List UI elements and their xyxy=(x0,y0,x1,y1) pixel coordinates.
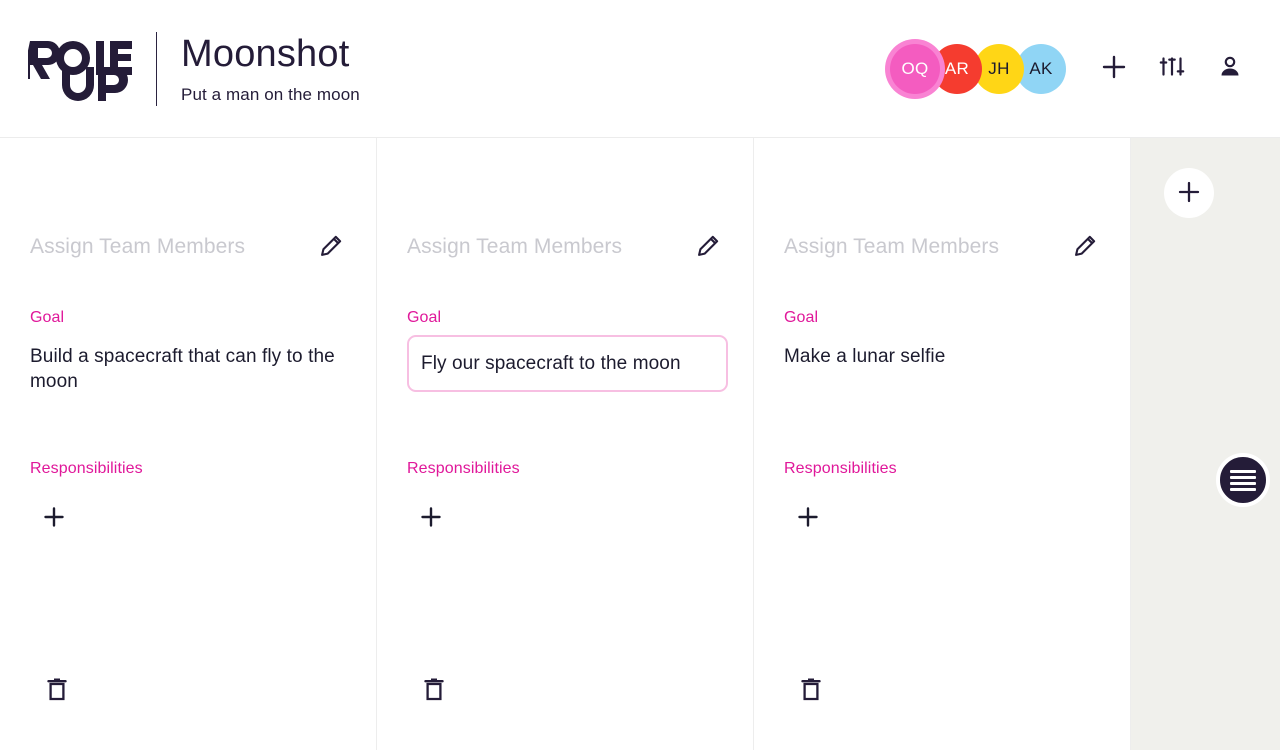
assign-team-members-placeholder[interactable]: Assign Team Members xyxy=(784,235,999,259)
edit-assignees-button[interactable] xyxy=(693,232,723,262)
trash-icon xyxy=(45,676,69,705)
delete-role-button[interactable] xyxy=(419,674,449,706)
goal-label: Goal xyxy=(784,309,819,326)
goal-block xyxy=(407,327,728,423)
goal-input[interactable] xyxy=(407,335,728,392)
assign-team-members-placeholder[interactable]: Assign Team Members xyxy=(30,235,245,259)
goal-block: Make a lunar selfie xyxy=(784,327,1100,423)
header-actions: OQ AR JH AK xyxy=(890,43,1252,94)
account-button[interactable] xyxy=(1208,47,1252,91)
avatar-member-1[interactable]: OQ xyxy=(890,43,940,94)
pencil-icon xyxy=(696,234,720,261)
plus-icon xyxy=(1176,179,1202,208)
assign-team-members-placeholder[interactable]: Assign Team Members xyxy=(407,235,622,259)
roleup-logo xyxy=(28,33,136,105)
goal-value[interactable]: Build a spacecraft that can fly to the m… xyxy=(30,344,346,394)
plus-icon xyxy=(42,505,66,532)
sliders-icon xyxy=(1159,54,1185,83)
page-title: Moonshot xyxy=(181,32,350,75)
person-icon xyxy=(1217,54,1243,83)
responsibilities-label: Responsibilities xyxy=(407,460,520,477)
assign-row: Assign Team Members xyxy=(407,232,723,262)
brand-divider xyxy=(156,31,157,106)
delete-role-button[interactable] xyxy=(796,674,826,706)
board-right-rail xyxy=(1131,138,1280,750)
plus-icon xyxy=(419,505,443,532)
responsibilities-section: Responsibilities xyxy=(784,460,1100,536)
avatar-initials: AR xyxy=(944,58,970,78)
assign-row: Assign Team Members xyxy=(784,232,1100,262)
avatar-initials: AK xyxy=(1029,58,1053,78)
add-role-column-button[interactable] xyxy=(1164,168,1214,218)
pencil-icon xyxy=(319,234,343,261)
trash-icon xyxy=(799,676,823,705)
menu-fab-button[interactable] xyxy=(1216,453,1270,507)
goal-block: Build a spacecraft that can fly to the m… xyxy=(30,327,346,423)
role-column-1: Assign Team Members Goal Build a spacecr… xyxy=(0,138,377,750)
responsibilities-label: Responsibilities xyxy=(30,460,143,477)
add-responsibility-button[interactable] xyxy=(790,500,826,536)
pencil-icon xyxy=(1073,234,1097,261)
edit-assignees-button[interactable] xyxy=(316,232,346,262)
avatar-initials: JH xyxy=(988,58,1010,78)
add-responsibility-button[interactable] xyxy=(36,500,72,536)
trash-icon xyxy=(422,676,446,705)
add-member-button[interactable] xyxy=(1092,47,1136,91)
app-root: Moonshot Put a man on the moon OQ AR JH … xyxy=(0,0,1280,750)
goal-label: Goal xyxy=(407,309,442,326)
member-avatar-group: OQ AR JH AK xyxy=(890,43,1066,94)
goal-label: Goal xyxy=(30,309,65,326)
plus-icon xyxy=(1100,53,1128,84)
plus-icon xyxy=(796,505,820,532)
app-header: Moonshot Put a man on the moon OQ AR JH … xyxy=(0,0,1280,138)
responsibilities-section: Responsibilities xyxy=(407,460,723,536)
role-board: Assign Team Members Goal Build a spacecr… xyxy=(0,138,1280,750)
delete-role-button[interactable] xyxy=(42,674,72,706)
role-column-3: Assign Team Members Goal Make a lunar se… xyxy=(754,138,1131,750)
add-responsibility-button[interactable] xyxy=(413,500,449,536)
responsibilities-label: Responsibilities xyxy=(784,460,897,477)
filters-button[interactable] xyxy=(1150,47,1194,91)
project-titles: Moonshot Put a man on the moon xyxy=(181,31,360,107)
avatar-initials: OQ xyxy=(901,58,929,78)
brand: Moonshot Put a man on the moon xyxy=(28,0,360,137)
role-column-2: Assign Team Members Goal Responsibilitie… xyxy=(377,138,754,750)
hamburger-menu-icon xyxy=(1230,469,1256,491)
page-subtitle: Put a man on the moon xyxy=(181,84,360,104)
edit-assignees-button[interactable] xyxy=(1070,232,1100,262)
goal-value[interactable]: Make a lunar selfie xyxy=(784,344,1100,369)
assign-row: Assign Team Members xyxy=(30,232,346,262)
responsibilities-section: Responsibilities xyxy=(30,460,346,536)
